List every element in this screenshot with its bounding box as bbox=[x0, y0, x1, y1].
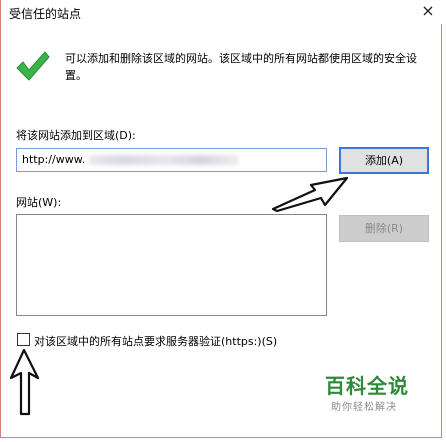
window-title: 受信任的站点 bbox=[9, 7, 82, 21]
trusted-sites-dialog: 受信任的站点 × 可以添加和删除该区域的网站。该区域中的所有网站都使用区域的安全… bbox=[0, 0, 446, 438]
add-site-label: 将该网站添加到区域(D): bbox=[16, 129, 136, 142]
close-button[interactable]: × bbox=[413, 0, 443, 22]
https-checkbox[interactable] bbox=[17, 333, 30, 346]
site-url-value: http://www. bbox=[22, 153, 86, 166]
add-button[interactable]: 添加(A) bbox=[339, 147, 429, 174]
info-description: 可以添加和删除该区域的网站。该区域中的所有网站都使用区域的安全设置。 bbox=[65, 52, 417, 82]
watermark-title: 百科全说 bbox=[325, 374, 409, 398]
websites-list[interactable] bbox=[16, 214, 327, 316]
check-icon bbox=[16, 51, 50, 81]
redacted-url-text bbox=[89, 155, 240, 165]
https-checkbox-label: 对该区域中的所有站点要求服务器验证(https:)(S) bbox=[34, 335, 278, 348]
websites-label: 网站(W): bbox=[16, 196, 62, 209]
remove-button[interactable]: 删除(R) bbox=[339, 215, 429, 242]
watermark: 百科全说 助你轻松解决 bbox=[309, 368, 427, 420]
watermark-subtitle: 助你轻松解决 bbox=[331, 402, 397, 413]
up-arrow-icon bbox=[9, 348, 40, 416]
title-bar: 受信任的站点 × bbox=[1, 0, 446, 24]
site-url-input[interactable]: http://www. bbox=[16, 148, 327, 172]
pointer-arrow-icon bbox=[271, 176, 349, 212]
